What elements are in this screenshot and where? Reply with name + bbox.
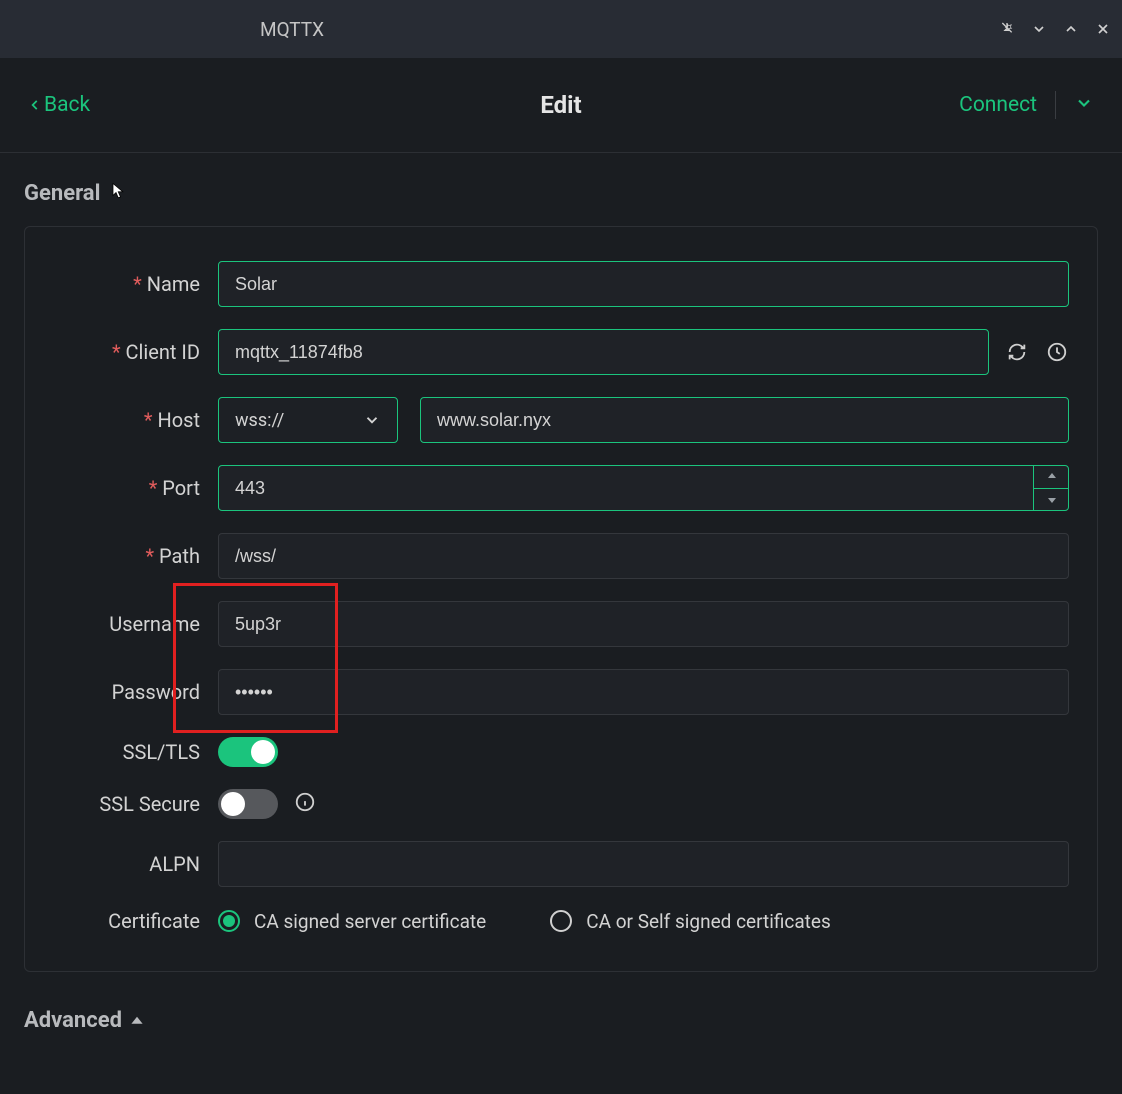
certificate-radio-group: CA signed server certificate CA or Self …	[218, 910, 1069, 933]
port-spinner	[1033, 465, 1069, 511]
label-name: Name	[53, 272, 218, 296]
radio-dot-icon	[218, 910, 240, 932]
general-form: Name Client ID Host wss://	[24, 226, 1098, 972]
clientid-input[interactable]	[218, 329, 989, 375]
back-label: Back	[44, 93, 90, 117]
label-password: Password	[53, 680, 218, 704]
label-certificate: Certificate	[53, 909, 218, 933]
password-input[interactable]	[218, 669, 1069, 715]
minimize-icon[interactable]	[1030, 20, 1048, 38]
advanced-label: Advanced	[24, 1008, 122, 1033]
section-advanced[interactable]: Advanced	[24, 1008, 1098, 1033]
section-general: General	[24, 181, 1098, 206]
caret-up-icon	[130, 1014, 144, 1028]
protocol-select[interactable]: wss://	[218, 397, 398, 443]
radio-ca-signed[interactable]: CA signed server certificate	[218, 910, 486, 933]
titlebar: MQTTX	[0, 0, 1122, 58]
refresh-icon[interactable]	[1005, 340, 1029, 364]
label-port: Port	[53, 476, 218, 500]
radio-self-label: CA or Self signed certificates	[586, 910, 831, 933]
label-ssl: SSL/TLS	[53, 740, 218, 764]
connect-button[interactable]: Connect	[959, 93, 1037, 117]
info-icon[interactable]	[294, 791, 316, 817]
label-path: Path	[53, 544, 218, 568]
label-sslsecure: SSL Secure	[53, 792, 218, 816]
name-input[interactable]	[218, 261, 1069, 307]
radio-ca-label: CA signed server certificate	[254, 910, 486, 933]
username-input[interactable]	[218, 601, 1069, 647]
label-clientid: Client ID	[53, 340, 218, 364]
content-area: General Name Client ID Host wss://	[0, 153, 1122, 1033]
label-username: Username	[53, 612, 218, 636]
host-input[interactable]	[420, 397, 1069, 443]
label-alpn: ALPN	[53, 852, 218, 876]
page-header: Back Edit Connect	[0, 58, 1122, 153]
connect-dropdown-icon[interactable]	[1074, 93, 1094, 117]
port-input[interactable]	[218, 465, 1069, 511]
titlebar-controls	[998, 20, 1112, 38]
protocol-value: wss://	[235, 410, 284, 431]
back-button[interactable]: Back	[28, 93, 90, 117]
page-title: Edit	[540, 91, 581, 119]
radio-dot-icon	[550, 910, 572, 932]
pin-icon[interactable]	[998, 20, 1016, 38]
header-actions: Connect	[959, 91, 1094, 119]
separator	[1055, 91, 1056, 119]
maximize-icon[interactable]	[1062, 20, 1080, 38]
port-up-icon[interactable]	[1034, 465, 1069, 489]
app-title: MQTTX	[260, 18, 324, 41]
alpn-input[interactable]	[218, 841, 1069, 887]
ssl-toggle[interactable]	[218, 737, 278, 767]
radio-self-signed[interactable]: CA or Self signed certificates	[550, 910, 831, 933]
clock-icon[interactable]	[1045, 340, 1069, 364]
label-host: Host	[53, 408, 218, 432]
close-icon[interactable]	[1094, 20, 1112, 38]
port-down-icon[interactable]	[1034, 489, 1069, 512]
path-input[interactable]	[218, 533, 1069, 579]
sslsecure-toggle[interactable]	[218, 789, 278, 819]
